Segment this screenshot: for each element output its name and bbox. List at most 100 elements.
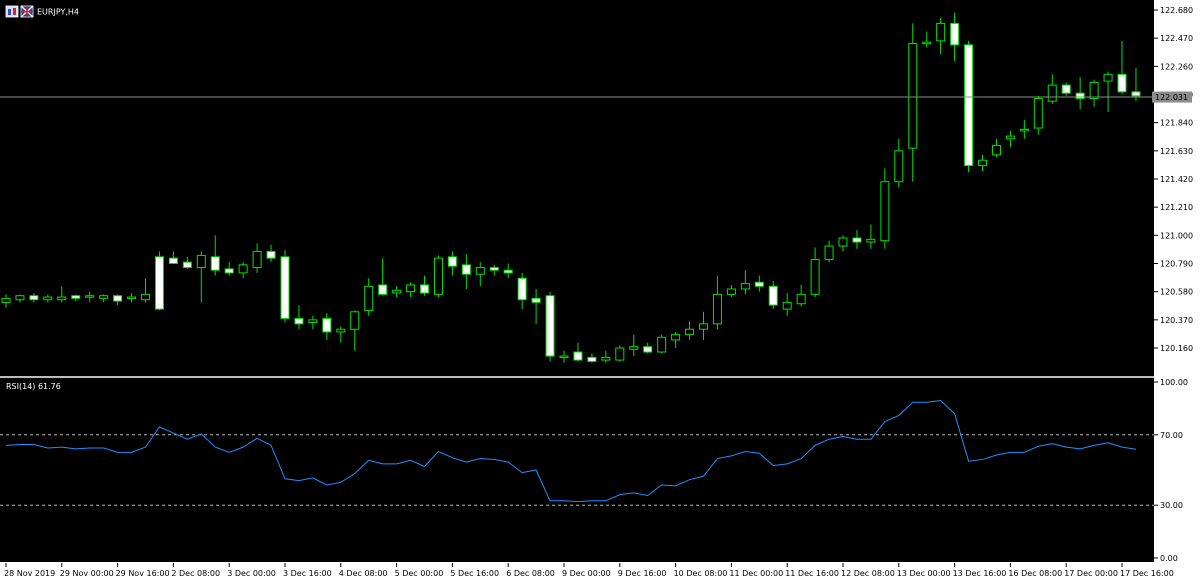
bear-candle-body [378,284,388,295]
candle [280,250,290,323]
bull-candle-body [1047,84,1057,102]
bull-candle-body [685,328,695,336]
time-tick-label: 11 Dec 00:00 [729,569,783,578]
time-tick-label: 16 Dec 08:00 [1008,569,1062,578]
bear-candle-body [322,317,332,333]
bear-candle-body [964,44,974,167]
candle [545,291,555,362]
bull-candle-body [392,289,402,294]
rsi-tick-label: 100.00 [1160,378,1188,387]
bear-candle-body [503,269,513,274]
bull-candle-body [726,288,736,295]
price-tick-label: 120.580 [1160,288,1193,297]
time-tick-label: 6 Dec 08:00 [506,569,555,578]
bull-candle-body [1019,128,1029,132]
price-tick-label: 121.000 [1160,231,1193,240]
bull-candle-body [936,22,946,42]
bull-candle-body [740,283,750,290]
price-tick-label: 121.210 [1160,203,1193,212]
candle [154,251,164,311]
bear-candle-body [1075,92,1085,100]
time-tick-label: 9 Dec 16:00 [618,569,667,578]
bear-candle-body [154,256,164,310]
bull-candle-body [922,41,932,45]
bull-candle-body [601,356,611,361]
bull-candle-body [699,323,708,330]
current-price-label: 122.031 [1155,93,1188,102]
bull-candle-body [336,328,346,333]
chart-window[interactable]: EURJPY,H4 RSI(14) 61.76 122.680 122.470 12… [0,0,1200,584]
bear-candle-body [573,351,583,361]
candle [964,40,974,173]
bear-candle-body [29,295,39,301]
time-tick-label: 5 Dec 00:00 [395,569,444,578]
bear-candle-body [420,284,429,294]
price-tick-label: 121.630 [1160,147,1193,156]
price-tick-label: 120.370 [1160,316,1193,325]
bull-candle-body [1103,73,1113,82]
bear-candle-body [1061,84,1071,94]
rsi-tick-label: 0.00 [1160,554,1178,563]
time-tick-label: 3 Dec 00:00 [227,569,276,578]
bull-candle-body [308,319,318,324]
bear-candle-body [461,264,471,275]
time-tick-label: 11 Dec 16:00 [785,569,839,578]
bear-candle-body [852,237,862,243]
rsi-tick-label: 70.00 [1160,431,1183,440]
bear-candle-body [280,256,290,319]
time-tick-label: 10 Dec 08:00 [674,569,728,578]
bull-candle-body [141,293,150,301]
bull-candle-body [1033,98,1043,129]
bull-candle-body [57,296,67,301]
bull-candle-body [782,301,792,310]
rsi-indicator-label: RSI(14) 61.76 [6,382,61,391]
time-tick-label: 9 Dec 00:00 [562,569,611,578]
bull-candle-body [252,250,262,269]
time-tick-label: 4 Dec 08:00 [339,569,388,578]
bear-candle-body [71,295,81,299]
bull-candle-body [15,295,25,301]
price-tick-label: 121.840 [1160,119,1193,128]
bear-candle-body [950,22,960,46]
price-panel[interactable] [0,0,1154,376]
bull-candle-body [364,285,374,311]
chart-canvas[interactable]: EURJPY,H4 RSI(14) 61.76 122.680 122.470 12… [0,0,1200,584]
bull-candle-body [127,296,137,300]
bear-candle-body [224,268,234,274]
bull-candle-body [796,293,806,305]
rsi-panel[interactable] [0,378,1154,562]
bear-candle-body [587,356,597,362]
bull-candle-body [866,238,876,243]
bull-candle-body [43,296,53,301]
time-tick-label: 13 Dec 00:00 [897,569,951,578]
time-tick-label: 13 Dec 16:00 [953,569,1007,578]
time-tick-label: 28 Nov 2019 [4,569,55,578]
bull-candle-body [1089,81,1099,100]
bear-candle-body [447,256,457,267]
bull-candle-body [838,237,848,247]
time-tick-label: 2 Dec 08:00 [171,569,220,578]
chart-window-icon [5,5,19,18]
bear-candle-body [489,267,499,271]
flag-icon [20,5,34,18]
candle [615,345,625,362]
bull-candle-body [991,144,1001,156]
bull-candle-body [615,347,625,361]
bear-candle-body [210,256,220,271]
price-tick-label: 120.160 [1160,344,1193,353]
bear-candle-body [768,285,778,306]
time-tick-label: 17 Dec 00:00 [1064,569,1118,578]
bull-candle-body [99,295,109,299]
bull-candle-body [238,264,248,274]
bull-candle-body [406,284,416,293]
bull-candle-body [894,150,904,183]
bull-candle-body [559,355,569,359]
price-tick-label: 122.680 [1160,6,1193,15]
candle [433,255,443,298]
price-tick-label: 122.470 [1160,34,1193,43]
bull-candle-body [712,293,722,325]
bear-candle-body [754,281,764,287]
candle [657,334,667,354]
time-tick-label: 5 Dec 16:00 [450,569,499,578]
bull-candle-body [196,254,206,269]
